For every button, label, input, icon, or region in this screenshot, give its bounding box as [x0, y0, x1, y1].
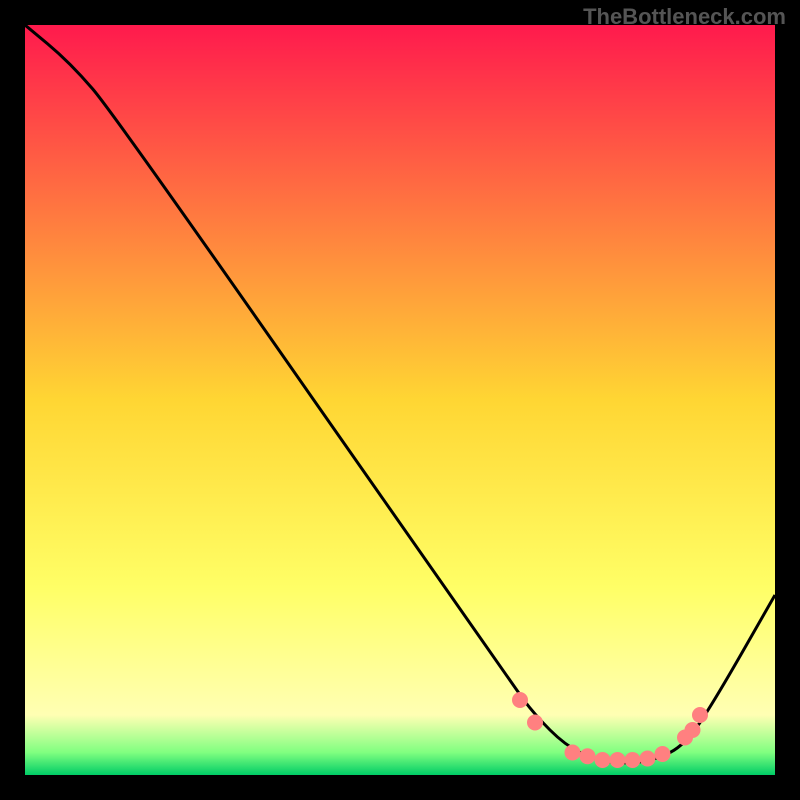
marker-dot — [580, 748, 596, 764]
marker-dot — [527, 715, 543, 731]
marker-dot — [685, 722, 701, 738]
watermark-text: TheBottleneck.com — [583, 4, 786, 30]
marker-dot — [640, 751, 656, 767]
plot-area — [25, 25, 775, 775]
marker-dot — [595, 752, 611, 768]
marker-dot — [512, 692, 528, 708]
marker-dot — [610, 752, 626, 768]
marker-dot — [655, 746, 671, 762]
marker-dot — [565, 745, 581, 761]
marker-dot — [625, 752, 641, 768]
marker-dot — [692, 707, 708, 723]
chart-svg — [25, 25, 775, 775]
chart-container: TheBottleneck.com — [0, 0, 800, 800]
gradient-background — [25, 25, 775, 775]
